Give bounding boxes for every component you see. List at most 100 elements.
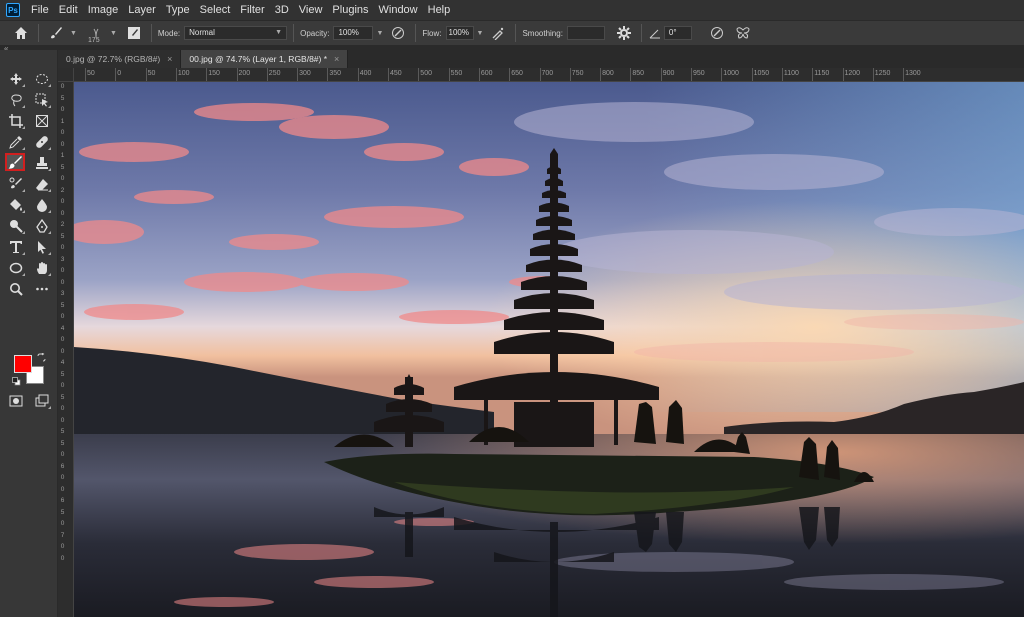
quick-mask-button[interactable] [6,392,26,410]
type-tool[interactable] [6,238,26,256]
frame-tool[interactable] [32,112,52,130]
healing-brush-tool[interactable] [32,133,52,151]
default-colors-icon[interactable] [12,377,21,389]
ruler-tick [872,68,874,81]
submenu-indicator [48,189,51,192]
angle-field[interactable]: 0° [663,26,692,40]
ruler-label: 500 [420,70,432,77]
close-icon[interactable]: × [167,50,172,68]
airbrush-icon [492,27,504,40]
ruler-tick [509,68,511,81]
airbrush-button[interactable] [487,22,509,44]
vertical-ruler[interactable]: 0 5 0 1 0 0 1 5 0 2 0 0 2 5 0 3 0 0 3 5 0 4 0 0 4 5 0 5 0 0 5 5 0 6 0 0 6 5 0 7… [58,82,74,617]
menu-view[interactable]: View [294,0,328,20]
menu-type[interactable]: Type [161,0,195,20]
paint-bucket-tool[interactable] [6,196,26,214]
menu-plugins[interactable]: Plugins [327,0,373,20]
foreground-color-swatch[interactable] [14,355,32,373]
submenu-indicator [22,126,25,129]
healing-brush-icon [36,136,48,148]
menu-file[interactable]: File [26,0,54,20]
menu-edit[interactable]: Edit [54,0,83,20]
eyedropper-tool[interactable] [6,133,26,151]
size-pressure-button[interactable] [706,22,728,44]
ellipse-tool[interactable] [6,259,26,277]
tab-label: 0.jpg @ 72.7% (RGB/8#) [66,54,161,64]
menu-help[interactable]: Help [423,0,456,20]
ruler-label: 3 [60,255,65,263]
more-tools-button[interactable] [32,280,52,298]
close-icon[interactable]: × [334,50,339,68]
submenu-indicator [22,231,25,234]
ruler-tick [175,68,177,81]
dodge-tool[interactable] [6,217,26,235]
ruler-label: 1300 [905,70,921,77]
tab-label: 00.jpg @ 74.7% (Layer 1, RGB/8#) * [189,54,328,64]
menu-image[interactable]: Image [83,0,124,20]
lasso-tool[interactable] [6,91,26,109]
swap-colors-icon[interactable] [37,352,46,365]
symmetry-button[interactable] [732,22,754,44]
move-tool[interactable] [6,70,26,88]
history-brush-tool[interactable] [6,175,26,193]
tools-panel [0,50,58,617]
home-icon [15,27,27,39]
mode-select[interactable]: Normal ▼ [184,26,288,40]
ruler-tick [388,68,389,81]
chevron-down-icon[interactable]: ▼ [477,30,484,37]
crop-tool[interactable] [6,112,26,130]
brush-icon [8,156,22,169]
screen-mode-button[interactable] [32,392,52,410]
marquee-tool[interactable] [32,70,52,88]
ruler-tick [630,68,632,81]
divider [515,24,517,42]
pen-tool[interactable] [32,217,52,235]
chevron-down-icon[interactable]: ▼ [376,30,383,37]
chevron-down-icon[interactable]: ▼ [110,30,117,37]
submenu-indicator [48,231,51,234]
ruler-label: 0 [60,347,65,355]
tool-preset-button[interactable] [45,22,67,44]
flow-field[interactable]: 100% [445,26,474,40]
tab-document-1[interactable]: 0.jpg @ 72.7% (RGB/8#) × [58,50,182,68]
smoothing-field[interactable] [566,26,605,40]
options-bar: ▼ 175 ▼ Mode: Normal ▼ Opacity: 100% ▼ F… [0,20,1024,46]
object-select-tool[interactable] [32,91,52,109]
blur-tool[interactable] [32,196,52,214]
ruler-tick [448,68,450,81]
opacity-pressure-button[interactable] [387,22,409,44]
menu-window[interactable]: Window [374,0,423,20]
horizontal-ruler[interactable]: 50 0 50 100 150 200 250 300 350 400 450 500 550 600 65… [74,68,1024,82]
brush-tool[interactable] [5,153,25,171]
menu-filter[interactable]: Filter [235,0,269,20]
ruler-label: 300 [299,70,311,77]
ruler-label: 0 [60,106,65,113]
ruler-label: 0 [60,140,65,148]
submenu-indicator [22,210,25,213]
opacity-field[interactable]: 100% [333,26,374,40]
menu-select[interactable]: Select [195,0,236,20]
hand-tool[interactable] [32,259,52,277]
brush-settings-toggle[interactable] [123,22,145,44]
tab-document-2[interactable]: 00.jpg @ 74.7% (Layer 1, RGB/8#) * × [181,50,349,68]
brush-size-picker[interactable]: 175 [85,22,107,44]
document-canvas[interactable] [74,82,1024,617]
ruler-label: 6 [60,497,65,504]
path-select-tool[interactable] [32,238,52,256]
menu-layer[interactable]: Layer [123,0,161,20]
ruler-label: 0 [60,485,65,493]
menu-3d[interactable]: 3D [270,0,294,20]
ruler-tick [418,68,420,81]
stamp-tool[interactable] [32,154,52,172]
zoom-icon [10,283,23,296]
eraser-tool[interactable] [32,175,52,193]
smoothing-options-button[interactable] [613,22,635,44]
zoom-tool[interactable] [6,280,26,298]
home-button[interactable] [10,22,32,44]
ruler-origin[interactable] [58,68,74,82]
ruler-tick [691,68,692,81]
ruler-label: 650 [511,70,523,77]
submenu-indicator [48,147,51,150]
ruler-label: 0 [60,416,65,424]
chevron-down-icon[interactable]: ▼ [70,30,77,37]
